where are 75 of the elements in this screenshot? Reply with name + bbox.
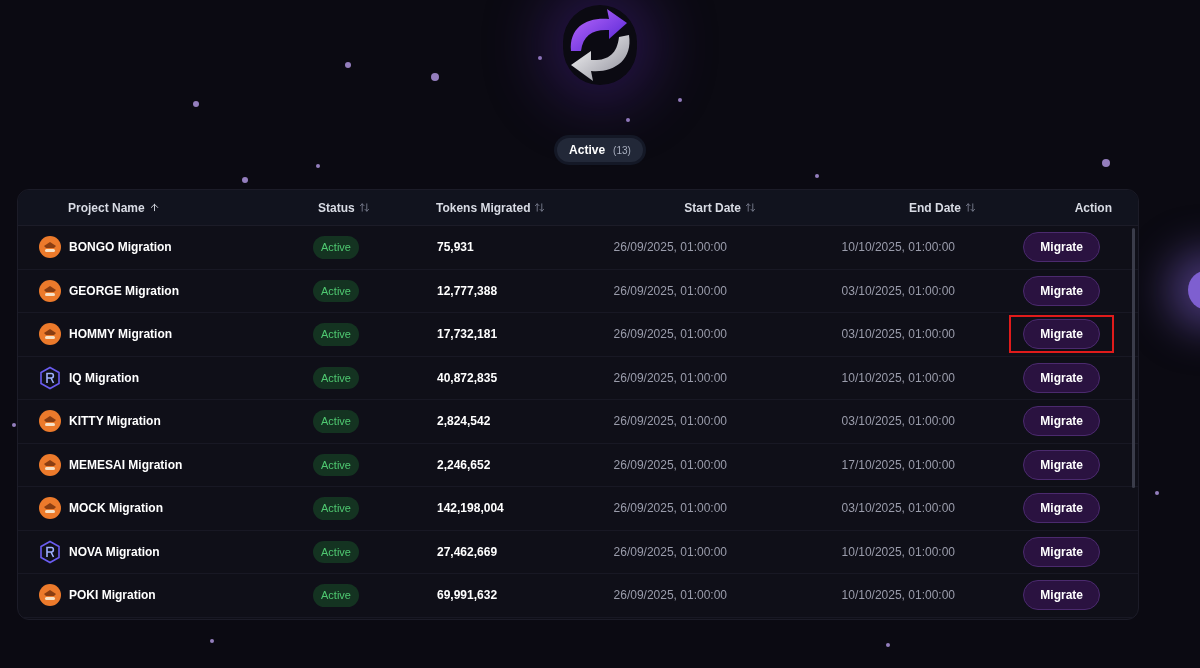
- project-name: BONGO Migration: [69, 239, 172, 257]
- end-date: 03/10/2025, 01:00:00: [841, 326, 955, 344]
- project-name: KITTY Migration: [69, 413, 161, 431]
- tokens-migrated: 2,824,542: [437, 413, 492, 431]
- column-header: Action: [1073, 199, 1112, 217]
- sort-icon: [534, 202, 546, 213]
- status-badge: Active: [313, 540, 359, 563]
- tokens-migrated: 142,198,004: [437, 500, 505, 518]
- column-header[interactable]: Project Name: [68, 198, 318, 217]
- column-header[interactable]: Start Date: [586, 198, 756, 217]
- sort-icon: [358, 202, 370, 213]
- project-name: IQ Migration: [69, 369, 139, 387]
- end-date: 03/10/2025, 01:00:00: [841, 500, 955, 518]
- start-date: 26/09/2025, 01:00:00: [613, 239, 727, 257]
- start-date: 26/09/2025, 01:00:00: [613, 413, 727, 431]
- status-badge: Active: [313, 279, 359, 302]
- status-badge: Active: [313, 497, 359, 520]
- start-date: 26/09/2025, 01:00:00: [613, 282, 727, 300]
- start-date: 26/09/2025, 01:00:00: [613, 326, 727, 344]
- token-logo-icon: [39, 497, 61, 520]
- project-name: MOCK Migration: [69, 500, 163, 518]
- status-badge: Active: [313, 453, 359, 476]
- status-badge: Active: [313, 366, 359, 389]
- status-badge: Active: [313, 236, 359, 259]
- migrate-button[interactable]: Migrate: [1023, 536, 1100, 567]
- migrate-button[interactable]: Migrate: [1023, 232, 1100, 263]
- token-logo-icon: [39, 236, 61, 259]
- project-name: NOVA Migration: [69, 543, 160, 561]
- migrate-button[interactable]: Migrate: [1023, 449, 1100, 480]
- migrate-button[interactable]: Migrate: [1023, 319, 1100, 350]
- start-date: 26/09/2025, 01:00:00: [613, 369, 727, 387]
- status-badge: Active: [313, 410, 359, 433]
- sort-up-icon: [148, 202, 160, 213]
- project-name: MEMESAI Migration: [69, 456, 183, 474]
- hexagon-r-logo-icon: [39, 539, 61, 564]
- start-date: 26/09/2025, 01:00:00: [613, 456, 727, 474]
- column-header[interactable]: End Date: [756, 198, 976, 217]
- end-date: 10/10/2025, 01:00:00: [841, 369, 955, 387]
- tokens-migrated: 2,246,652: [437, 456, 492, 474]
- tokens-migrated: 69,991,632: [437, 587, 499, 605]
- hexagon-r-logo-icon: [39, 365, 61, 390]
- start-date: 26/09/2025, 01:00:00: [613, 587, 727, 605]
- tokens-migrated: 75,931: [437, 239, 475, 257]
- end-date: 10/10/2025, 01:00:00: [841, 239, 955, 257]
- status-badge: Active: [313, 323, 359, 346]
- migrate-button[interactable]: Migrate: [1023, 406, 1100, 437]
- status-badge: Active: [313, 584, 359, 607]
- column-header[interactable]: Status: [318, 198, 436, 217]
- end-date: 10/10/2025, 01:00:00: [841, 543, 955, 561]
- migrate-button[interactable]: Migrate: [1023, 275, 1100, 306]
- migrate-button[interactable]: Migrate: [1023, 580, 1100, 611]
- migrate-button[interactable]: Migrate: [1023, 362, 1100, 393]
- migrate-button[interactable]: Migrate: [1023, 493, 1100, 524]
- end-date: 03/10/2025, 01:00:00: [841, 282, 955, 300]
- column-header[interactable]: Tokens Migrated: [436, 198, 586, 217]
- end-date: 17/10/2025, 01:00:00: [841, 456, 955, 474]
- token-logo-icon: [39, 323, 61, 346]
- end-date: 03/10/2025, 01:00:00: [841, 413, 955, 431]
- token-logo-icon: [39, 584, 61, 607]
- filter-tab[interactable]: Active (13): [557, 138, 643, 162]
- sort-icon: [745, 202, 756, 213]
- token-logo-icon: [39, 279, 61, 302]
- tokens-migrated: 27,462,669: [437, 543, 499, 561]
- sort-icon: [965, 202, 976, 213]
- tokens-migrated: 12,777,388: [437, 282, 499, 300]
- start-date: 26/09/2025, 01:00:00: [613, 500, 727, 518]
- tokens-migrated: 17,732,181: [437, 326, 499, 344]
- start-date: 26/09/2025, 01:00:00: [613, 543, 727, 561]
- end-date: 10/10/2025, 01:00:00: [841, 587, 955, 605]
- token-logo-icon: [39, 410, 61, 433]
- project-name: GEORGE Migration: [69, 282, 179, 300]
- project-name: HOMMY Migration: [69, 326, 173, 344]
- project-name: POKI Migration: [69, 587, 156, 605]
- token-logo-icon: [39, 453, 61, 476]
- tokens-migrated: 40,872,835: [437, 369, 499, 387]
